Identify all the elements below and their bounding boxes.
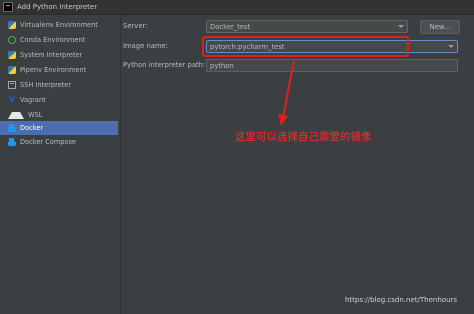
watermark: https://blog.csdn.net/Thenhours: [345, 296, 458, 304]
annotation-text: 这里可以选择自己需要的镜像: [235, 131, 372, 143]
annotation-arrow: [278, 59, 295, 126]
